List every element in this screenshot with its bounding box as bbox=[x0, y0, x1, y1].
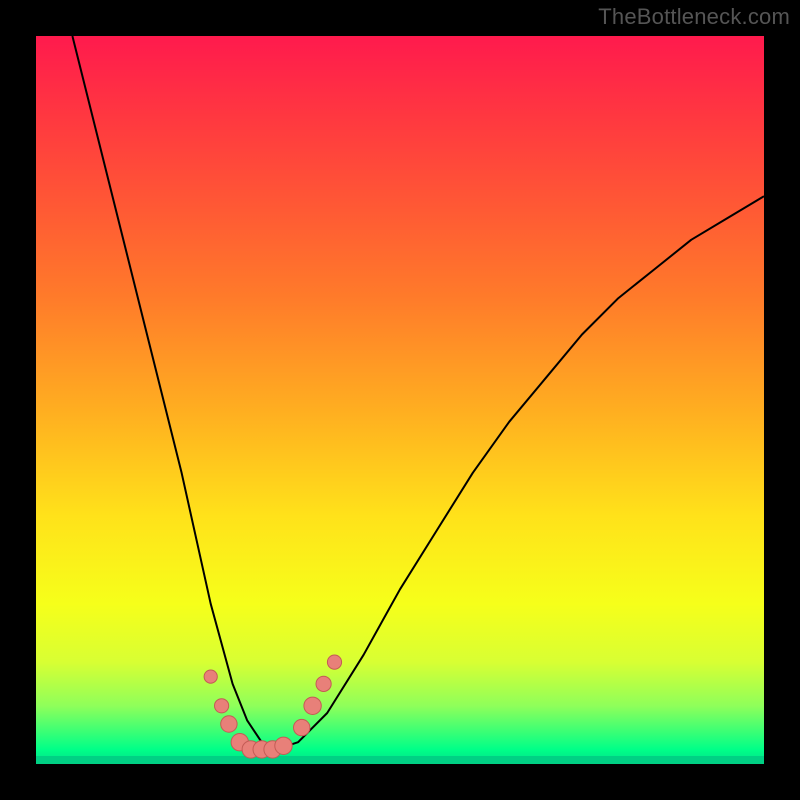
curve-marker bbox=[275, 737, 292, 754]
curve-marker bbox=[327, 655, 341, 669]
curve-marker bbox=[215, 699, 229, 713]
bottleneck-curve bbox=[72, 36, 764, 749]
curve-marker bbox=[204, 670, 217, 683]
curve-marker bbox=[294, 719, 310, 735]
curve-marker bbox=[304, 697, 321, 714]
chart-svg bbox=[36, 36, 764, 764]
watermark-text: TheBottleneck.com bbox=[598, 4, 790, 30]
curve-marker bbox=[221, 716, 237, 732]
curve-marker bbox=[316, 676, 331, 691]
chart-frame: TheBottleneck.com bbox=[0, 0, 800, 800]
curve-markers bbox=[204, 655, 342, 758]
